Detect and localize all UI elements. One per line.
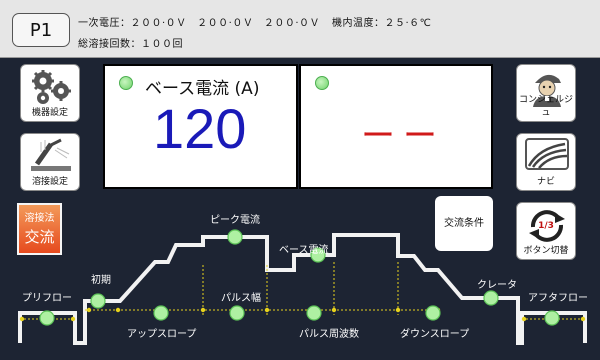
pulse-width-label: パルス幅 [221,293,261,304]
upslope-label: アップスロープ [127,329,197,340]
weld-waveform [18,229,587,345]
weld-machine-screen: P1 一次電圧：２００·０Ｖ ２００·０Ｖ ２００·０Ｖ 機内温度：２５·６℃ … [0,0,600,360]
peak-current-label: ピーク電流 [210,215,260,226]
base-current-label: ベース電流 [279,245,329,256]
initial-label: 初期 [91,275,111,286]
preflow-label: プリフロー [22,293,72,304]
crater-label: クレータ [477,280,517,291]
afterflow-label: アフタフロー [528,293,588,304]
downslope-label: ダウンスロープ [400,329,470,340]
pulse-frequency-label: パルス周波数 [299,329,359,340]
